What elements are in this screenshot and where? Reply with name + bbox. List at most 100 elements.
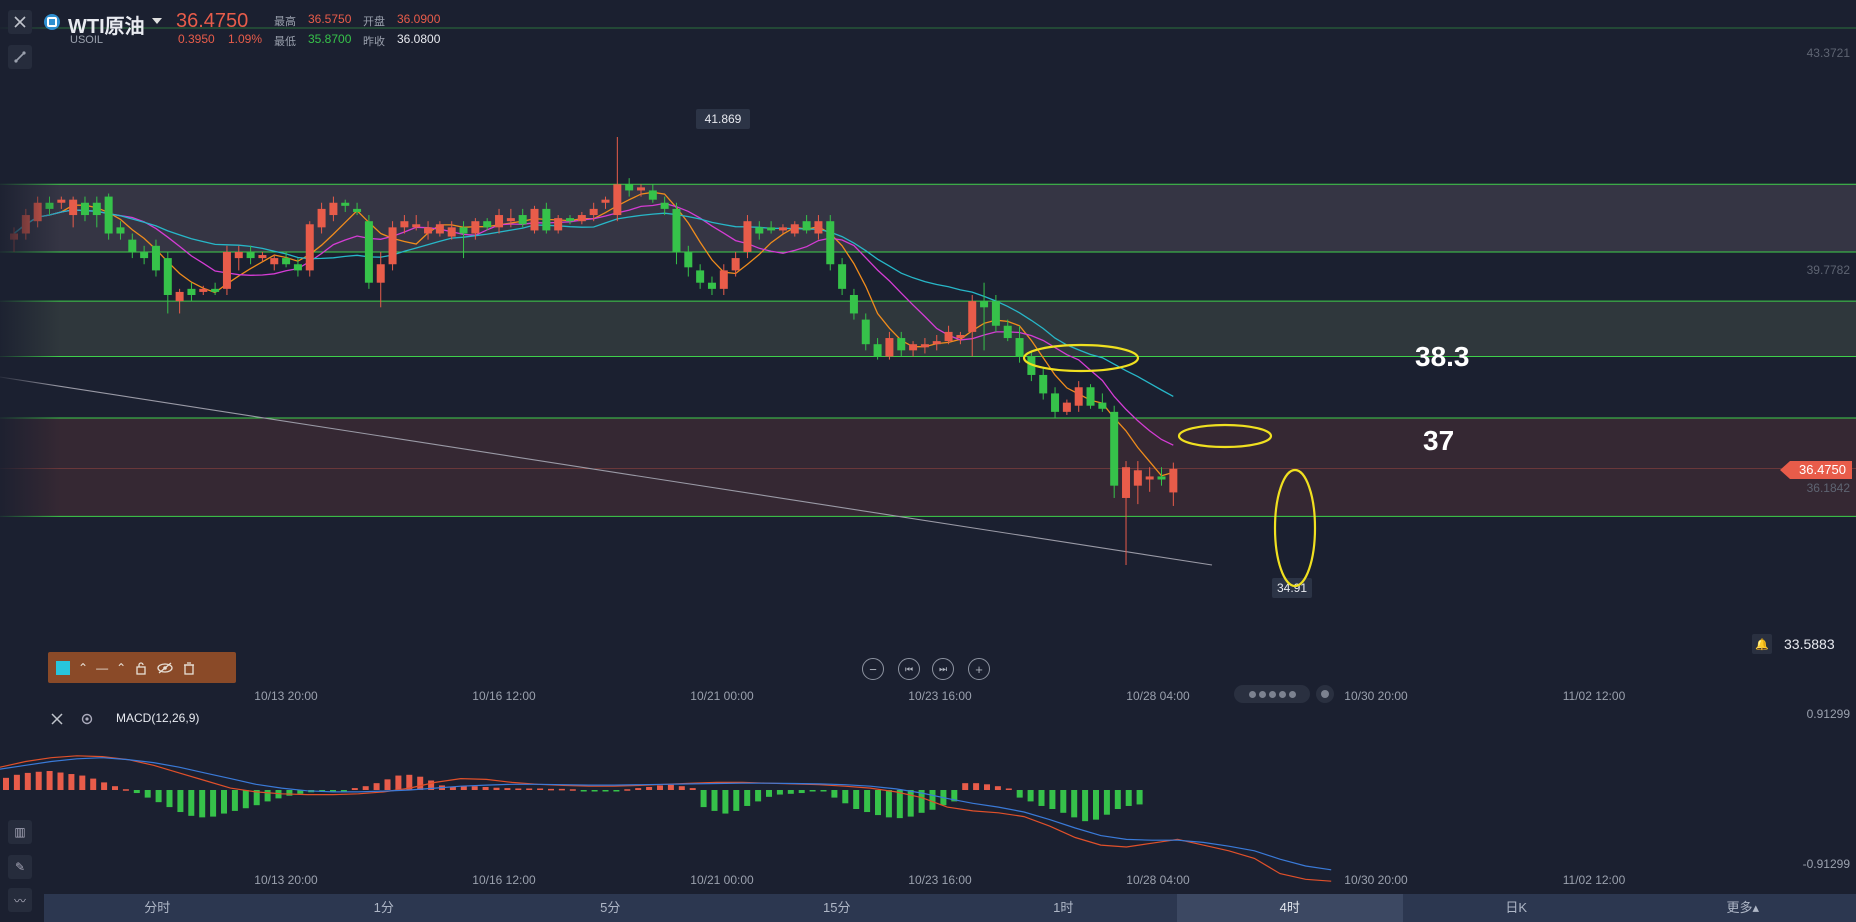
macd-bar: [515, 788, 522, 790]
candle: [163, 258, 172, 296]
time-axis-label: 10/30 20:00: [1344, 873, 1408, 887]
candle: [1133, 470, 1142, 486]
macd-scale-bottom: -0.91299: [1803, 857, 1851, 871]
macd-bar: [199, 790, 206, 818]
candle: [802, 221, 811, 231]
candle: [625, 184, 634, 191]
macd-bar: [711, 790, 718, 811]
macd-bar: [3, 777, 9, 790]
tab-period[interactable]: 1分: [271, 894, 498, 922]
candle: [601, 199, 610, 203]
macd-bar: [482, 786, 489, 790]
skip-back-icon: ⏮: [904, 663, 914, 674]
macd-bar: [700, 790, 707, 808]
macd-bar: [122, 789, 129, 791]
macd-bar: [373, 783, 380, 790]
candle: [128, 239, 137, 252]
chevron-up-icon[interactable]: ⌃: [78, 661, 88, 675]
candle: [506, 218, 515, 222]
time-axis-label: 10/13 20:00: [254, 689, 318, 703]
chevron-up-icon[interactable]: ⌃: [116, 661, 126, 675]
candle: [353, 208, 362, 212]
symbol-dropdown-icon[interactable]: [152, 18, 162, 24]
macd-bar: [340, 790, 347, 792]
candle: [435, 224, 444, 234]
tab-more[interactable]: 更多▴: [1630, 894, 1856, 922]
alert-bell-icon[interactable]: 🔔: [1752, 634, 1772, 654]
macd-bar: [1114, 790, 1121, 809]
candle: [1051, 393, 1060, 412]
tab-period[interactable]: 1时: [950, 894, 1177, 922]
level-annotation-37: 37: [1423, 425, 1454, 456]
pencil-tool-button[interactable]: ✎: [8, 855, 32, 879]
candle: [790, 224, 799, 234]
macd-bar: [929, 790, 936, 810]
macd-bar: [678, 786, 685, 790]
candle: [636, 187, 645, 191]
gear-icon[interactable]: [80, 712, 94, 726]
high-value: 36.5750: [308, 12, 352, 26]
macd-bar: [1027, 790, 1034, 802]
candle: [755, 227, 764, 234]
time-axis-label: 10/28 04:00: [1126, 689, 1190, 703]
chart-type-button[interactable]: 〰: [8, 888, 32, 912]
jump-start-button[interactable]: ⏮: [898, 658, 920, 680]
candle: [341, 202, 350, 206]
macd-bar: [766, 790, 772, 797]
tab-period-active[interactable]: 4时: [1176, 894, 1403, 922]
tab-period[interactable]: 15分: [724, 894, 951, 922]
candle: [696, 270, 705, 283]
peak-label: 41.869: [705, 112, 742, 126]
prev-close-value: 36.0800: [397, 32, 441, 46]
lock-icon[interactable]: [134, 661, 148, 675]
candle: [743, 221, 752, 252]
candle: [258, 255, 267, 259]
candle: [530, 208, 539, 231]
resistance-zone-2: [0, 301, 1856, 357]
macd-bar: [591, 790, 598, 792]
tab-period[interactable]: 日K: [1403, 894, 1630, 922]
tab-period[interactable]: 5分: [497, 894, 724, 922]
current-price-tag-label: 36.4750: [1799, 462, 1846, 477]
color-swatch-button[interactable]: [56, 660, 70, 675]
candle: [412, 224, 421, 228]
candle: [483, 221, 492, 228]
candlestick-chart[interactable]: 43.3721 39.7782 36.1842 36.4750 10/13 20:00 1…: [0, 0, 1856, 922]
macd-bar: [875, 790, 881, 816]
drawing-tool-button[interactable]: [8, 45, 32, 69]
line-style-button[interactable]: —: [96, 661, 108, 675]
macd-bar: [504, 788, 511, 790]
trash-icon[interactable]: [182, 661, 196, 675]
zoom-out-button[interactable]: −: [862, 658, 884, 680]
pager-dot[interactable]: [1316, 685, 1334, 703]
candle: [1003, 325, 1012, 339]
hide-icon[interactable]: [156, 661, 174, 675]
candle: [980, 301, 989, 308]
pager-dots[interactable]: [1234, 685, 1310, 703]
candle: [944, 331, 953, 342]
macd-bar: [1082, 790, 1089, 822]
macd-bar: [35, 771, 42, 790]
tab-period[interactable]: 分时: [44, 894, 271, 922]
candle: [234, 251, 243, 259]
macd-bar: [46, 771, 53, 790]
indicator-tool-button[interactable]: ▥: [8, 820, 32, 844]
candle: [151, 245, 160, 271]
zoom-in-button[interactable]: +: [968, 658, 990, 680]
macd-bar: [744, 790, 751, 806]
close-icon[interactable]: [50, 712, 64, 726]
jump-end-button[interactable]: ⏭: [932, 658, 954, 680]
candle: [211, 288, 220, 292]
time-axis-label: 10/21 00:00: [690, 689, 754, 703]
candle: [542, 208, 551, 231]
candle: [707, 282, 716, 289]
macd-bar: [820, 790, 827, 792]
macd-bar: [460, 786, 467, 790]
macd-bar: [471, 786, 478, 790]
chart-stage: 43.3721 39.7782 36.1842 36.4750 10/13 20:00 1…: [0, 0, 1856, 922]
macd-bar: [384, 779, 391, 790]
close-chart-button[interactable]: [8, 10, 32, 34]
macd-bar: [537, 788, 544, 790]
candle: [116, 227, 125, 234]
macd-bar: [657, 785, 663, 790]
